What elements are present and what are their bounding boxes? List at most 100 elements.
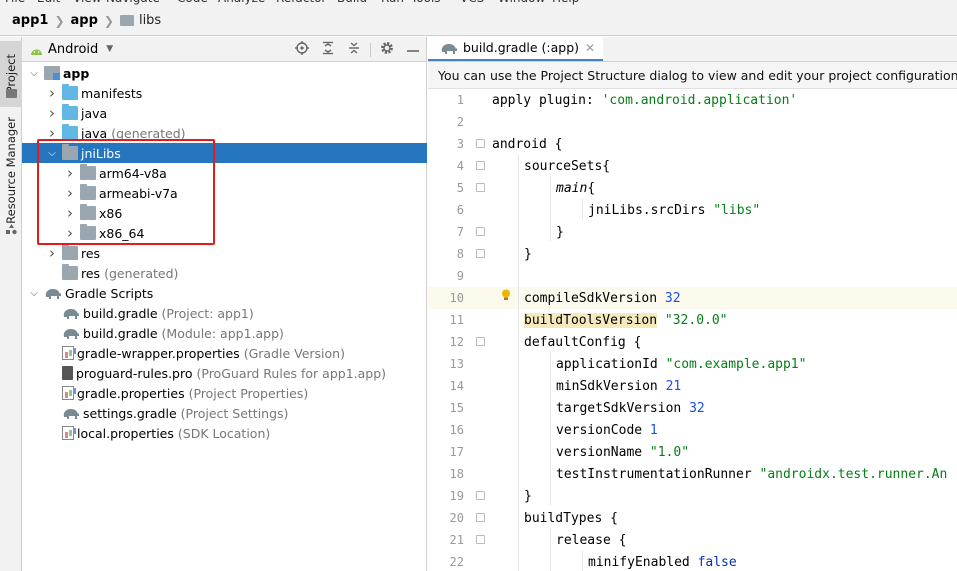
tree-item-app[interactable]: ⌵ app bbox=[22, 63, 427, 83]
tree-item-jnilibs[interactable]: ⌵ jniLibs bbox=[22, 143, 427, 163]
tree-item-label: java bbox=[81, 125, 108, 141]
code-line[interactable]: 11 buildToolsVersion "32.0.0" bbox=[428, 309, 957, 331]
tree-item-gradle-properties[interactable]: gradle.properties (Project Properties) bbox=[22, 383, 427, 403]
chevron-right-icon[interactable]: › bbox=[46, 84, 58, 102]
chevron-right-icon[interactable]: › bbox=[46, 104, 58, 122]
tree-item-build-gradle[interactable]: build.gradle (Module: app1.app) bbox=[22, 323, 427, 343]
code-line[interactable]: 17 versionName "1.0" bbox=[428, 441, 957, 463]
tree-item-manifests[interactable]: › manifests bbox=[22, 83, 427, 103]
tree-item-hint: (generated) bbox=[111, 125, 186, 141]
tree-item-gradle-scripts[interactable]: ⌵ Gradle Scripts bbox=[22, 283, 427, 303]
lightbulb-icon[interactable] bbox=[501, 289, 511, 301]
code-line[interactable]: 8} bbox=[428, 243, 957, 265]
fold-marker-icon[interactable] bbox=[476, 161, 485, 170]
tree-item-java[interactable]: › java bbox=[22, 103, 427, 123]
chevron-right-icon[interactable]: › bbox=[64, 224, 76, 242]
project-panel: Android ▼ ⌵ app › manifests › java › java (gener… bbox=[22, 37, 427, 571]
fold-marker-icon[interactable] bbox=[476, 491, 485, 500]
line-number: 7 bbox=[456, 225, 464, 239]
tree-item-local-properties[interactable]: local.properties (SDK Location) bbox=[22, 423, 427, 443]
code-line[interactable]: 7} bbox=[428, 221, 957, 243]
tree-item-settings-gradle[interactable]: settings.gradle (Project Settings) bbox=[22, 403, 427, 423]
tree-item-build-gradle[interactable]: build.gradle (Project: app1) bbox=[22, 303, 427, 323]
tree-item-res[interactable]: res (generated) bbox=[22, 263, 427, 283]
code-line[interactable]: 19} bbox=[428, 485, 957, 507]
breadcrumb-module[interactable]: app bbox=[71, 13, 98, 28]
tree-item-label: arm64-v8a bbox=[99, 165, 167, 181]
breadcrumb-project[interactable]: app1 bbox=[12, 13, 48, 28]
chevron-right-icon[interactable]: › bbox=[46, 124, 58, 142]
code-line[interactable]: 15 targetSdkVersion 32 bbox=[428, 397, 957, 419]
chevron-down-icon[interactable]: ⌵ bbox=[46, 148, 58, 159]
fold-marker-icon[interactable] bbox=[476, 513, 485, 522]
menu-item-window[interactable]: Window bbox=[498, 0, 545, 5]
resource-manager-tab[interactable]: Resource Manager bbox=[0, 115, 22, 225]
properties-file-icon bbox=[62, 426, 74, 440]
menu-item-tools[interactable]: Tools bbox=[411, 0, 441, 5]
fold-marker-icon[interactable] bbox=[476, 139, 485, 148]
fold-marker-icon[interactable] bbox=[476, 227, 485, 236]
menu-item-build[interactable]: Build bbox=[337, 0, 367, 5]
code-line[interactable]: 5 main{ bbox=[428, 177, 957, 199]
tree-item-x86-64[interactable]: › x86_64 bbox=[22, 223, 427, 243]
code-line[interactable]: 9 bbox=[428, 265, 957, 287]
code-line[interactable]: 18 testInstrumentationRunner "androidx.te… bbox=[428, 463, 957, 485]
menu-item-refactor[interactable]: Refactor bbox=[276, 0, 326, 5]
tree-item-java[interactable]: › java (generated) bbox=[22, 123, 427, 143]
menu-item-edit[interactable]: Edit bbox=[37, 0, 60, 5]
chevron-down-icon[interactable]: ⌵ bbox=[28, 288, 40, 299]
code-line[interactable]: 12 defaultConfig { bbox=[428, 331, 957, 353]
menu-item-help[interactable]: Help bbox=[552, 0, 579, 5]
fold-marker-icon[interactable] bbox=[476, 183, 485, 192]
expand-all-icon[interactable] bbox=[315, 41, 341, 59]
chevron-right-icon[interactable]: › bbox=[64, 184, 76, 202]
locate-icon[interactable] bbox=[289, 40, 315, 59]
menu-item-navigate[interactable]: Navigate bbox=[106, 0, 160, 5]
menu-item-vcs[interactable]: VCS bbox=[460, 0, 484, 5]
code-line[interactable]: 13 applicationId "com.example.app1" bbox=[428, 353, 957, 375]
tree-item-proguard-rules-pro[interactable]: proguard-rules.pro (ProGuard Rules for ap… bbox=[22, 363, 427, 383]
chevron-right-icon[interactable]: › bbox=[64, 204, 76, 222]
tree-item-hint: (Project: app1) bbox=[161, 305, 254, 321]
hide-panel-icon[interactable] bbox=[400, 42, 426, 57]
code-line[interactable]: 22 minifyEnabled false bbox=[428, 551, 957, 571]
tree-item-res[interactable]: › res bbox=[22, 243, 427, 263]
chevron-down-icon[interactable]: ▼ bbox=[106, 44, 113, 54]
tree-item-label: java bbox=[81, 105, 108, 121]
fold-marker-icon[interactable] bbox=[476, 535, 485, 544]
code-line[interactable]: 10 compileSdkVersion 32 bbox=[428, 287, 957, 309]
chevron-right-icon[interactable]: › bbox=[64, 164, 76, 182]
gutter bbox=[464, 397, 492, 419]
tree-item-gradle-wrapper-properties[interactable]: gradle-wrapper.properties (Gradle Version… bbox=[22, 343, 427, 363]
menu-item-run[interactable]: Run bbox=[381, 0, 404, 5]
view-selector[interactable]: Android bbox=[48, 42, 98, 57]
gear-icon[interactable] bbox=[374, 41, 400, 59]
code-line[interactable]: 4 sourceSets{ bbox=[428, 155, 957, 177]
code-line[interactable]: 16 versionCode 1 bbox=[428, 419, 957, 441]
code-line[interactable]: 2 bbox=[428, 111, 957, 133]
tree-item-hint: (Gradle Version) bbox=[243, 345, 345, 361]
menu-item-analyze[interactable]: Analyze bbox=[218, 0, 265, 5]
breadcrumb-folder[interactable]: libs bbox=[139, 13, 161, 28]
code-line[interactable]: 21 release { bbox=[428, 529, 957, 551]
tree-item-armeabi-v7a[interactable]: › armeabi-v7a bbox=[22, 183, 427, 203]
code-line[interactable]: 6 jniLibs.srcDirs "libs" bbox=[428, 199, 957, 221]
code-line[interactable]: 1 apply plugin: 'com.android.application' bbox=[428, 89, 957, 111]
fold-marker-icon[interactable] bbox=[476, 337, 485, 346]
tree-item-x86[interactable]: › x86 bbox=[22, 203, 427, 223]
code-line[interactable]: 14 minSdkVersion 21 bbox=[428, 375, 957, 397]
proguard-file-icon bbox=[62, 366, 73, 380]
tree-item-arm64-v8a[interactable]: › arm64-v8a bbox=[22, 163, 427, 183]
code-line[interactable]: 20 buildTypes { bbox=[428, 507, 957, 529]
menu-item-code[interactable]: Code bbox=[177, 0, 208, 5]
menu-item-view[interactable]: View bbox=[73, 0, 101, 5]
menu-item-file[interactable]: File bbox=[5, 0, 25, 5]
tab-build-gradle[interactable]: build.gradle (:app) ✕ bbox=[428, 37, 604, 61]
code-line[interactable]: 3 android { bbox=[428, 133, 957, 155]
close-icon[interactable]: ✕ bbox=[585, 41, 595, 55]
code-text: targetSdkVersion 32 bbox=[556, 400, 705, 416]
chevron-down-icon[interactable]: ⌵ bbox=[28, 68, 40, 79]
chevron-right-icon[interactable]: › bbox=[46, 244, 58, 262]
collapse-all-icon[interactable] bbox=[341, 41, 367, 59]
fold-marker-icon[interactable] bbox=[476, 249, 485, 258]
